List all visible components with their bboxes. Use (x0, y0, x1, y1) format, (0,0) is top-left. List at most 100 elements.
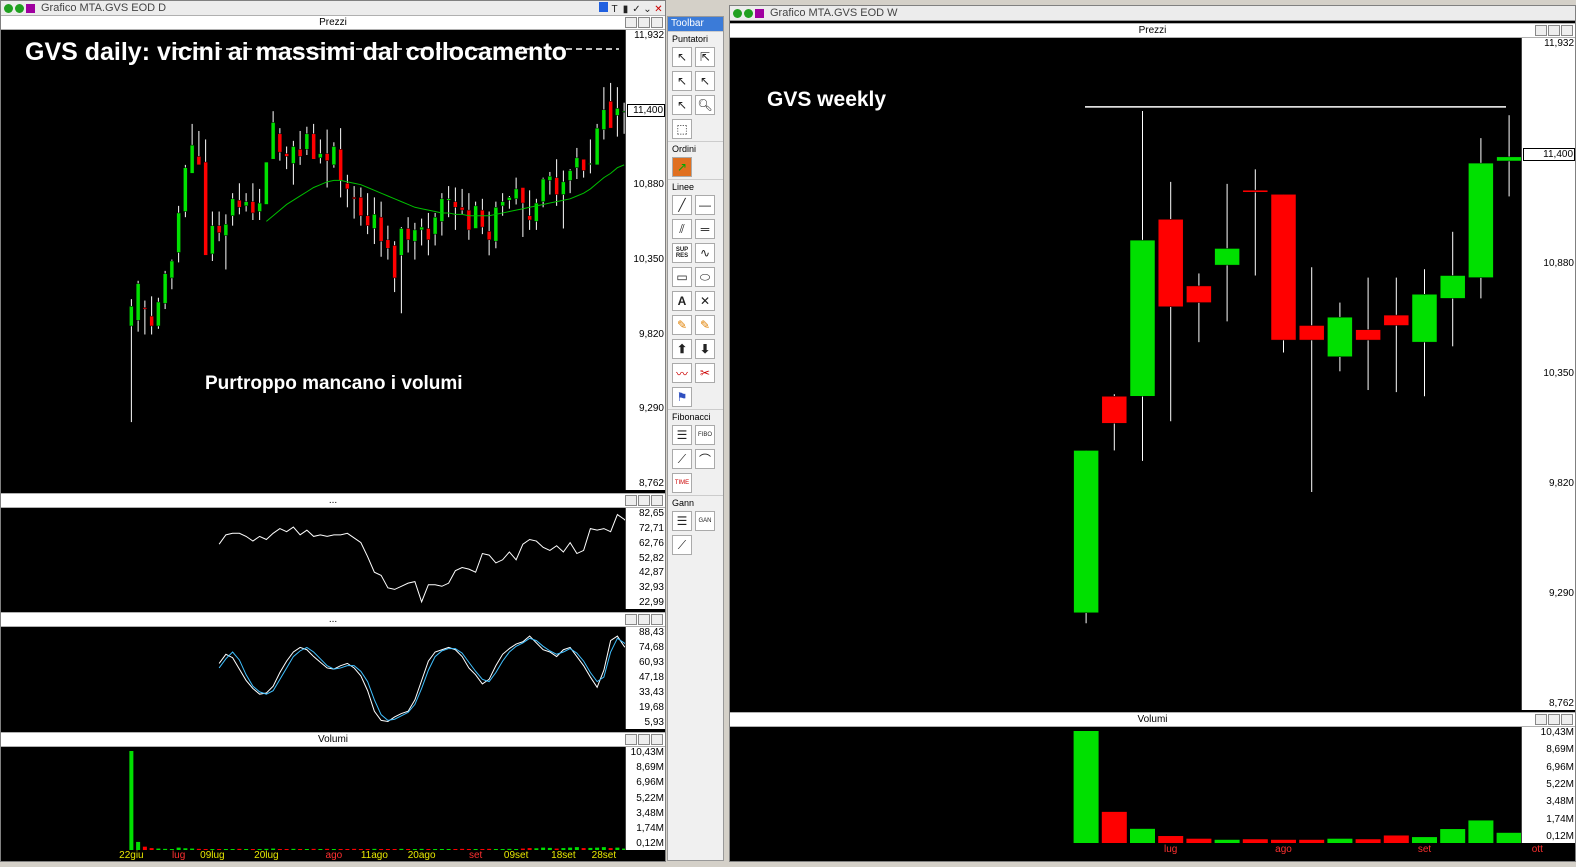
maximize-icon[interactable] (638, 495, 650, 506)
pointer-icon[interactable]: ↖ (672, 47, 692, 67)
close-panel-icon[interactable] (651, 734, 663, 745)
y-tick-label: 0,12M (1546, 831, 1574, 842)
daily-ind2-pane[interactable]: 88,43 74,68 60,93 47,18 33,43 19,68 5,93 (1, 627, 665, 729)
daily-chart-window[interactable]: Grafico MTA.GVS EOD D T ▮ ✓ ⌄ ✕ Prezzi 11,93… (0, 0, 666, 862)
weekly-title-annotation: GVS weekly (767, 88, 887, 111)
pencil-icon[interactable]: ✎ (672, 315, 692, 335)
candle-body (405, 228, 411, 241)
bars-icon[interactable]: ▮ (621, 5, 630, 15)
support-resistance-icon[interactable]: SUP RES (672, 243, 692, 263)
fibo-ext-icon[interactable]: FIBO (695, 425, 715, 445)
weekly-chart-window[interactable]: Grafico MTA.GVS EOD W Prezzi 11,932 11,40… (729, 5, 1576, 862)
cross-tool-icon[interactable]: ✕ (695, 291, 715, 311)
minimize-icon[interactable] (625, 614, 637, 625)
weekly-price-axis: 11,93211,40010,88010,3509,8209,2908,7621… (1521, 38, 1575, 710)
weekly-price-pane[interactable]: 11,93211,40010,88010,3509,8209,2908,7621… (730, 38, 1575, 710)
y-tick-label: 1,74M (1546, 813, 1574, 825)
candle-body (189, 144, 195, 174)
daily-ind1-pane[interactable]: 82,65 72,71 62,76 52,82 42,87 32,93 22,99 (1, 508, 665, 609)
last-price-tag: 11,400 (1523, 147, 1575, 161)
maximize-icon[interactable] (638, 734, 650, 745)
collapse-icon[interactable]: ✓ (632, 5, 641, 15)
order-icon[interactable]: ↗ (672, 157, 692, 177)
trendline-icon[interactable]: ╱ (672, 195, 692, 215)
zoom-icon[interactable]: 🔍︎ (695, 95, 715, 115)
dropdown-icon[interactable]: ⌄ (643, 5, 652, 15)
maximize-icon[interactable] (1548, 714, 1560, 725)
horizontal-channel-icon[interactable]: ═ (695, 219, 715, 239)
minimize-icon[interactable] (1535, 25, 1547, 36)
daily-price-pane[interactable]: 11,93211,40010,88010,3509,8209,2908,7621… (1, 30, 665, 490)
close-panel-icon[interactable] (1561, 714, 1573, 725)
color-icon[interactable] (599, 2, 608, 12)
text-icon[interactable]: T (610, 5, 619, 15)
volume-bar (1073, 731, 1099, 843)
daily-window-titlebar[interactable]: Grafico MTA.GVS EOD D T ▮ ✓ ⌄ ✕ (1, 1, 665, 16)
candle-body (567, 170, 573, 181)
y-tick-label: 3,48M (636, 807, 664, 819)
close-panel-icon[interactable] (1561, 25, 1573, 36)
close-panel-icon[interactable] (651, 495, 663, 506)
panel-title: ... (328, 495, 338, 506)
panel-title: ... (328, 614, 338, 625)
daily-indicator2-chart (218, 635, 625, 723)
candle-body (156, 301, 161, 327)
weekly-volume-pane[interactable]: 10,43M 8,69M 6,96M 5,22M 3,48M 1,74M 0,12M (730, 727, 1575, 843)
candle-body (574, 157, 580, 168)
minimize-icon[interactable] (625, 734, 637, 745)
weekly-volume-axis: 10,43M 8,69M 6,96M 5,22M 3,48M 1,74M 0,12M (1521, 727, 1575, 843)
select-rect-icon[interactable]: ⬚ (672, 119, 692, 139)
fibo-time-icon[interactable]: TIME (672, 473, 692, 493)
candle-body (1298, 325, 1325, 341)
candle-body (135, 283, 141, 321)
minimize-icon[interactable] (1535, 714, 1547, 725)
gann-fan-icon[interactable]: ⟋ (672, 535, 692, 555)
freehand-icon[interactable]: ∿ (695, 243, 715, 263)
wave-icon[interactable]: 〰 (672, 363, 692, 383)
text-tool-icon[interactable]: A (672, 291, 692, 311)
candle-body (270, 122, 276, 160)
minimize-icon[interactable] (625, 17, 637, 28)
pointer-info-icon[interactable]: ↖ (672, 95, 692, 115)
ellipse-icon[interactable]: ⬭ (695, 267, 715, 287)
daily-volume-pane[interactable]: 10,43M 8,69M 6,96M 5,22M 3,48M 1,74M 0,12M (1, 747, 665, 850)
volume-bar (1412, 837, 1437, 843)
fibo-retracement-icon[interactable]: ☰ (672, 425, 692, 445)
arrow-down-icon[interactable]: ⬇ (695, 339, 715, 359)
pointer-hand-icon[interactable]: ↖ (695, 71, 715, 91)
pointer-plus-icon[interactable]: ⇱ (695, 47, 715, 67)
gann-grid-icon[interactable]: ☰ (672, 511, 692, 531)
x-tick-label: 18set (551, 850, 576, 861)
flag-icon[interactable]: ⚑ (672, 387, 692, 407)
ind2-axis: 88,43 74,68 60,93 47,18 33,43 19,68 5,93 (625, 627, 665, 729)
close-panel-icon[interactable] (651, 17, 663, 28)
maximize-icon[interactable] (638, 614, 650, 625)
y-tick-label: 19,68 (638, 702, 664, 713)
candle-body (486, 231, 492, 241)
channel-icon[interactable]: ⫽ (672, 219, 692, 239)
gann-box-icon[interactable]: GAN (695, 511, 715, 531)
candle-body (142, 307, 148, 310)
fibo-arc-icon[interactable]: ⌒ (695, 449, 715, 469)
minimize-icon[interactable] (625, 495, 637, 506)
horizontal-line-icon[interactable]: — (695, 195, 715, 215)
daily-volume-chart (129, 751, 625, 850)
pencil-alt-icon[interactable]: ✎ (695, 315, 715, 335)
close-icon[interactable]: ✕ (654, 5, 663, 15)
weekly-window-titlebar[interactable]: Grafico MTA.GVS EOD W (730, 6, 1575, 21)
pointer-cross-icon[interactable]: ↖ (672, 71, 692, 91)
candle-body (203, 161, 208, 256)
ruler-icon[interactable]: ✂ (695, 363, 715, 383)
candle-body (385, 239, 391, 249)
volume-bar (1101, 811, 1127, 843)
close-panel-icon[interactable] (651, 614, 663, 625)
volume-bar (1130, 828, 1155, 843)
maximize-icon[interactable] (1548, 25, 1560, 36)
arrow-up-icon[interactable]: ⬆ (672, 339, 692, 359)
volume-bar (1214, 839, 1240, 843)
candle-body (1186, 285, 1212, 303)
maximize-icon[interactable] (638, 17, 650, 28)
rectangle-icon[interactable]: ▭ (672, 267, 692, 287)
y-tick-label: 82,65 (638, 508, 664, 519)
fibo-fan-icon[interactable]: ⟋ (672, 449, 692, 469)
